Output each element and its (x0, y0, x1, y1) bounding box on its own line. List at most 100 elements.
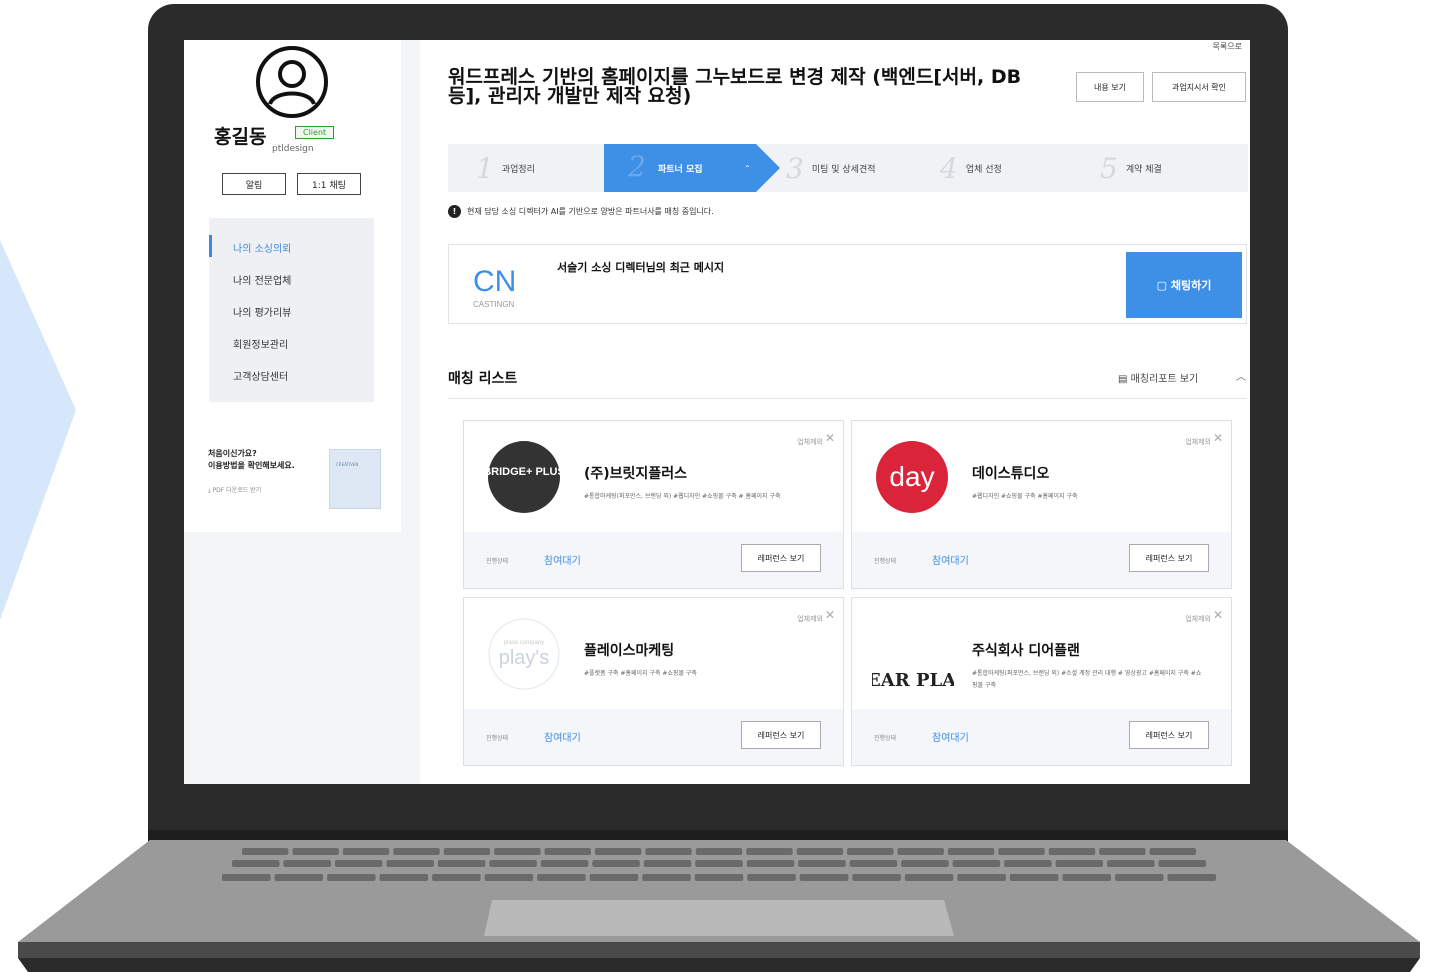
keyboard-key (694, 874, 744, 881)
status-value: 참여대기 (544, 733, 581, 744)
keyboard-key (897, 848, 944, 855)
partner-tags: #통합마케팅(퍼포먼스, 브랜딩 외) #웹디자인 #쇼핑몰 구축 # 홈페이지… (584, 493, 781, 500)
close-icon[interactable]: ✕ (1213, 431, 1223, 445)
exclude-label[interactable]: 업체제외 (1185, 437, 1211, 447)
user-name: 홍길동 (214, 126, 267, 148)
keyboard-key (334, 860, 383, 867)
keyboard-key (1107, 860, 1155, 867)
status-label: 진행상태 (874, 558, 897, 565)
keyboard-key (746, 860, 795, 867)
laptop-keyboard-deck (18, 840, 1420, 972)
keyboard-key (589, 874, 639, 881)
keyboard-key (443, 848, 491, 855)
partner-name: 플레이스마케팅 (584, 643, 675, 659)
alarm-button[interactable]: 알림 (222, 173, 286, 195)
usage-guide[interactable]: 처음이신가요? 이용방법을 확인해보세요. ⤓ PDF 다운로드 받기 CREA… (184, 445, 401, 509)
keyboard-key (494, 848, 541, 855)
reference-button[interactable]: 레퍼런스 보기 (741, 544, 821, 572)
exclude-label[interactable]: 업체제외 (797, 437, 823, 447)
keyboard-key (746, 848, 793, 855)
keyboard-key (386, 860, 434, 867)
keyboard-key (1009, 874, 1059, 881)
message-title: 서슬기 소싱 디렉터님의 최근 메시지 (557, 261, 725, 274)
keyboard-key (592, 860, 640, 867)
exclude-label[interactable]: 업체제외 (797, 614, 823, 624)
sidebar: 홍길동 Client ptldesign 알림 1:1 채팅 나의 소싱의뢰 나… (184, 40, 401, 532)
reference-button[interactable]: 레퍼런스 보기 (741, 721, 821, 749)
status-label: 진행상태 (874, 735, 897, 742)
status-value: 참여대기 (544, 556, 581, 567)
alert-icon: ! (448, 205, 461, 218)
one-on-one-chat-button[interactable]: 1:1 채팅 (297, 173, 361, 195)
guide-thumbnail-text: CREATIVEN (336, 462, 359, 467)
keyboard-key (998, 848, 1045, 855)
matching-report-label: 매칭리포트 보기 (1130, 374, 1199, 385)
keyboard-key (283, 860, 331, 867)
castingn-logo-word: CASTINGN (473, 300, 515, 309)
main-content: 목록으로 워드프레스 기반의 홈페이지를 그누보드로 변경 제작 (백엔드[서버… (420, 40, 1250, 784)
keyboard-key (799, 874, 849, 881)
card-footer: 진행상태 참여대기 레퍼런스 보기 (852, 532, 1231, 588)
collapse-chevron-icon[interactable]: ︿ (1236, 368, 1246, 383)
keyboard-key (292, 848, 339, 855)
close-icon[interactable]: ✕ (825, 431, 835, 445)
stage: 홍길동 Client ptldesign 알림 1:1 채팅 나의 소싱의뢰 나… (0, 0, 1433, 972)
reference-button[interactable]: 레퍼런스 보기 (1129, 721, 1209, 749)
keyboard-key (342, 848, 390, 855)
step-1-label: 과업정리 (501, 164, 535, 175)
keyboard-key (540, 860, 589, 867)
sidebar-item-reviews[interactable]: 나의 평가리뷰 (233, 304, 291, 319)
partner-name: (주)브릿지플러스 (584, 466, 687, 482)
keyboard-key (642, 874, 691, 881)
sidebar-item-sourcing[interactable]: 나의 소싱의뢰 (233, 240, 291, 255)
partner-card: 업체제외 ✕ BRIDGE+ PLUS (주)브릿지플러스 #통합마케팅(퍼포먼… (463, 420, 844, 589)
keyboard-key (643, 860, 692, 867)
keyboard-key (222, 874, 271, 881)
partner-name: 데이스튜디오 (972, 466, 1050, 482)
card-footer: 진행상태 참여대기 레퍼런스 보기 (464, 709, 843, 765)
plays-logo-sub: place company (504, 640, 544, 646)
chevron-decoration (0, 240, 76, 620)
keyboard-key (1048, 848, 1096, 855)
chevron-up-icon[interactable]: ⌃ (744, 164, 751, 173)
pdf-download-link[interactable]: ⤓ PDF 다운로드 받기 (208, 485, 261, 495)
dearplan-logo-text: DEAR PLAN (872, 670, 954, 690)
start-chat-button[interactable]: ▢ 채팅하기 (1126, 252, 1242, 318)
sidebar-item-support[interactable]: 고객상담센터 (233, 368, 288, 383)
guide-line1: 처음이신가요? (208, 449, 257, 458)
keyboard-key (327, 874, 376, 881)
card-footer: 진행상태 참여대기 레퍼런스 보기 (464, 532, 843, 588)
step-4-label: 업체 선정 (965, 164, 1002, 175)
keyboard-key (232, 860, 280, 867)
partner-tags: #웹디자인 #쇼핑몰 구축 #홈페이지 구축 (972, 493, 1078, 500)
back-to-list-link[interactable]: 목록으로 (1213, 41, 1242, 52)
step-5: 5 계약 체결 (1100, 144, 1162, 192)
close-icon[interactable]: ✕ (1213, 608, 1223, 622)
sidebar-item-member-info[interactable]: 회원정보관리 (233, 336, 288, 351)
progress-steps: 1 과업정리 2 파트너 모집 ⌃ 3 미팅 및 상세견적 4 업체 선정 5 … (448, 144, 1248, 192)
keyboard-key (695, 848, 743, 855)
bridgeplus-logo: BRIDGE+ PLUS (484, 441, 565, 513)
client-badge: Client (295, 126, 335, 139)
reference-button[interactable]: 레퍼런스 보기 (1129, 544, 1209, 572)
keyboard-key (393, 848, 440, 855)
status-label: 진행상태 (486, 735, 509, 742)
keyboard-key (1099, 848, 1146, 855)
keyboard-key (747, 874, 796, 881)
close-icon[interactable]: ✕ (825, 608, 835, 622)
step-3: 3 미팅 및 상세견적 (786, 144, 876, 192)
user-circle-icon (256, 46, 328, 118)
step-4-number: 4 (940, 151, 958, 185)
keyboard-key (437, 860, 486, 867)
keyboard-key (1062, 874, 1111, 881)
keyboard-key (1004, 860, 1052, 867)
sidebar-item-experts[interactable]: 나의 전문업체 (233, 272, 291, 287)
matching-report-link[interactable]: ▤ 매칭리포트 보기 (1118, 370, 1198, 385)
partner-card: 업체제외 ✕ place company play's 플레이스마케팅 #플랫폼… (463, 597, 844, 766)
view-instruction-button[interactable]: 과업지시서 확인 (1152, 72, 1246, 102)
exclude-label[interactable]: 업체제외 (1185, 614, 1211, 624)
view-content-button[interactable]: 내용 보기 (1076, 72, 1144, 102)
keyboard-key (796, 848, 844, 855)
step-1: 1 과업정리 (476, 144, 535, 192)
step-4: 4 업체 선정 (940, 144, 1002, 192)
